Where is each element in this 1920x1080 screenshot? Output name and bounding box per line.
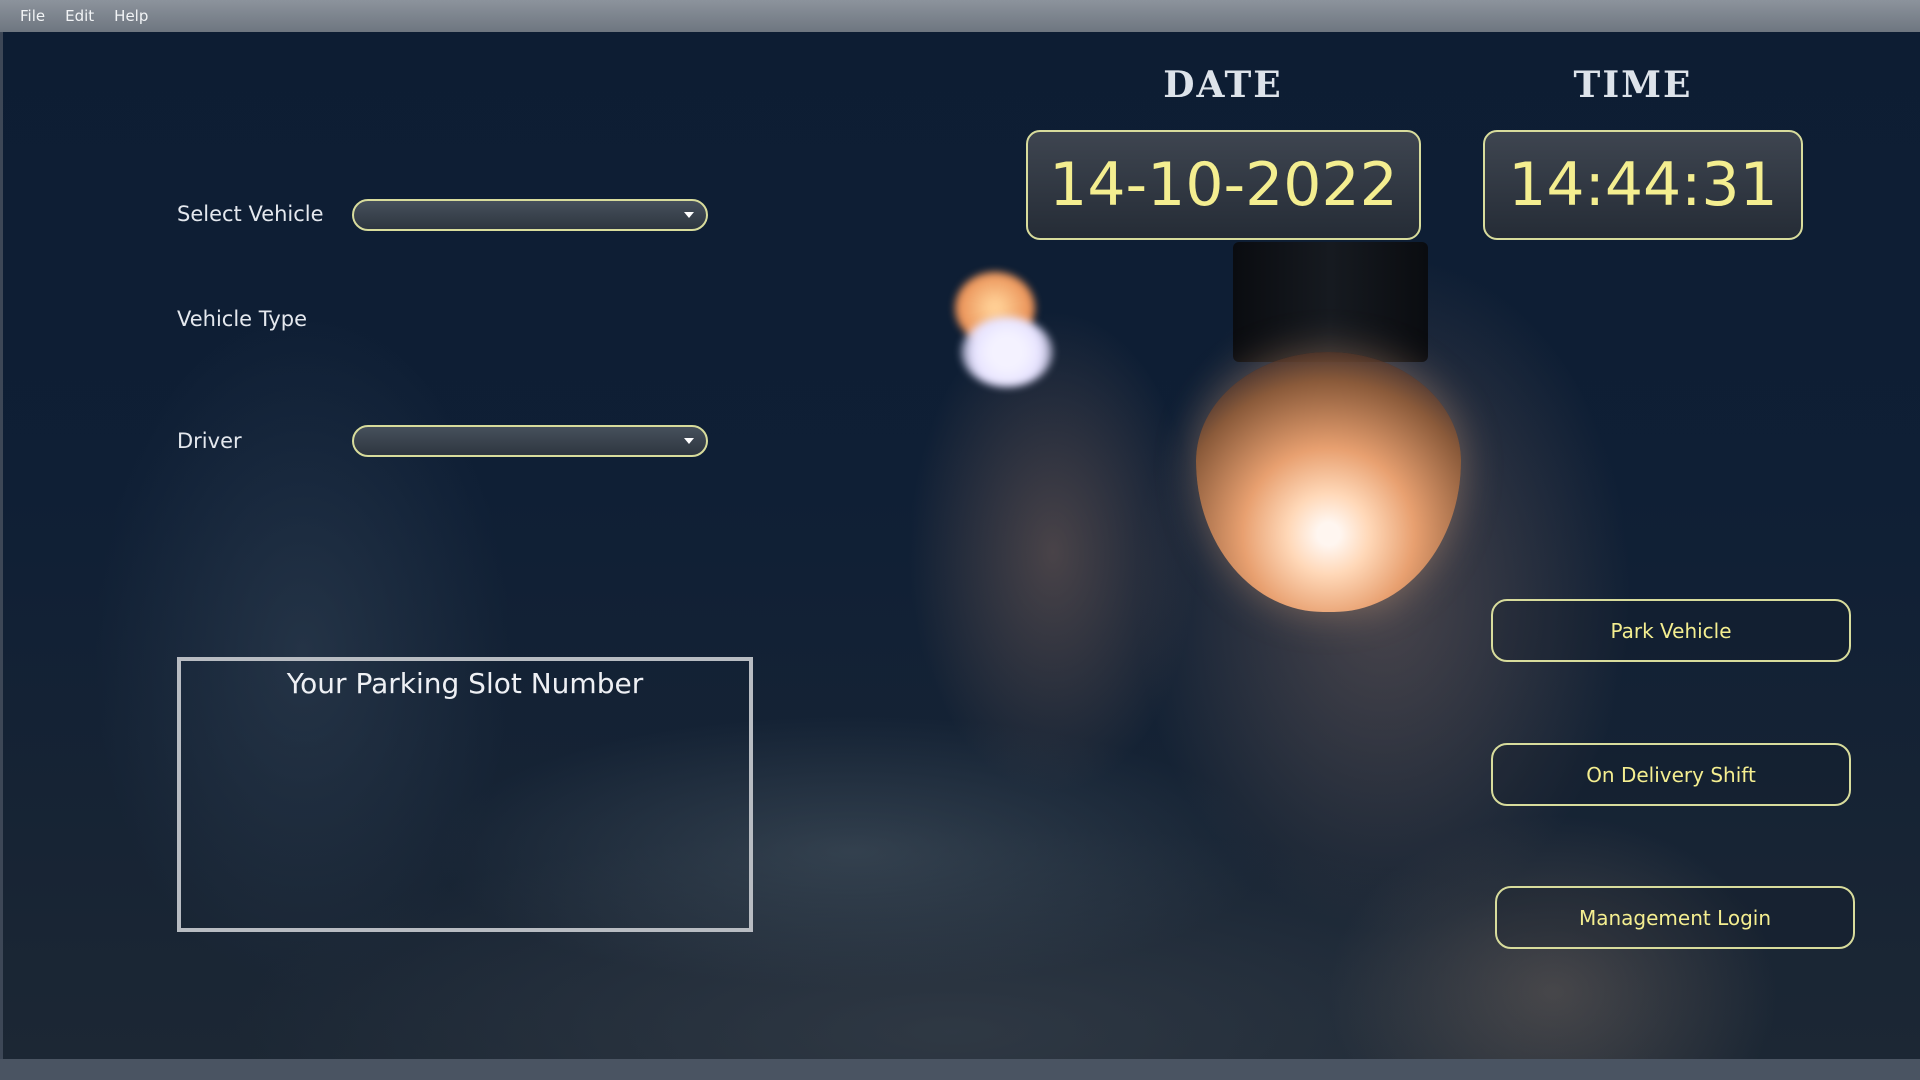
select-vehicle-label: Select Vehicle bbox=[177, 202, 324, 226]
menu-bar: File Edit Help bbox=[0, 0, 1920, 32]
select-vehicle-combo[interactable] bbox=[352, 199, 708, 231]
on-delivery-shift-button[interactable]: On Delivery Shift bbox=[1491, 743, 1851, 806]
management-login-button[interactable]: Management Login bbox=[1495, 886, 1855, 949]
menu-edit[interactable]: Edit bbox=[55, 7, 104, 25]
parking-slot-title: Your Parking Slot Number bbox=[286, 667, 644, 700]
parking-slot-panel: Your Parking Slot Number bbox=[177, 657, 753, 932]
background-light-white bbox=[961, 317, 1053, 387]
driver-label: Driver bbox=[177, 429, 242, 453]
menu-help[interactable]: Help bbox=[104, 7, 158, 25]
time-display: 14:44:31 bbox=[1483, 130, 1803, 240]
chevron-down-icon bbox=[684, 212, 694, 218]
driver-combo[interactable] bbox=[352, 425, 708, 457]
chevron-down-icon bbox=[684, 438, 694, 444]
status-bar bbox=[0, 1059, 1920, 1080]
date-heading: DATE bbox=[1163, 64, 1283, 106]
park-vehicle-button[interactable]: Park Vehicle bbox=[1491, 599, 1851, 662]
menu-file[interactable]: File bbox=[10, 7, 55, 25]
vehicle-type-label: Vehicle Type bbox=[177, 307, 308, 331]
light-bulb-image bbox=[1196, 352, 1461, 612]
date-display: 14-10-2022 bbox=[1026, 130, 1421, 240]
time-heading: TIME bbox=[1573, 64, 1693, 106]
lamp-socket-image bbox=[1233, 242, 1428, 362]
app-window: File Edit Help Select Vehicle Vehicle Ty… bbox=[0, 0, 1920, 1080]
